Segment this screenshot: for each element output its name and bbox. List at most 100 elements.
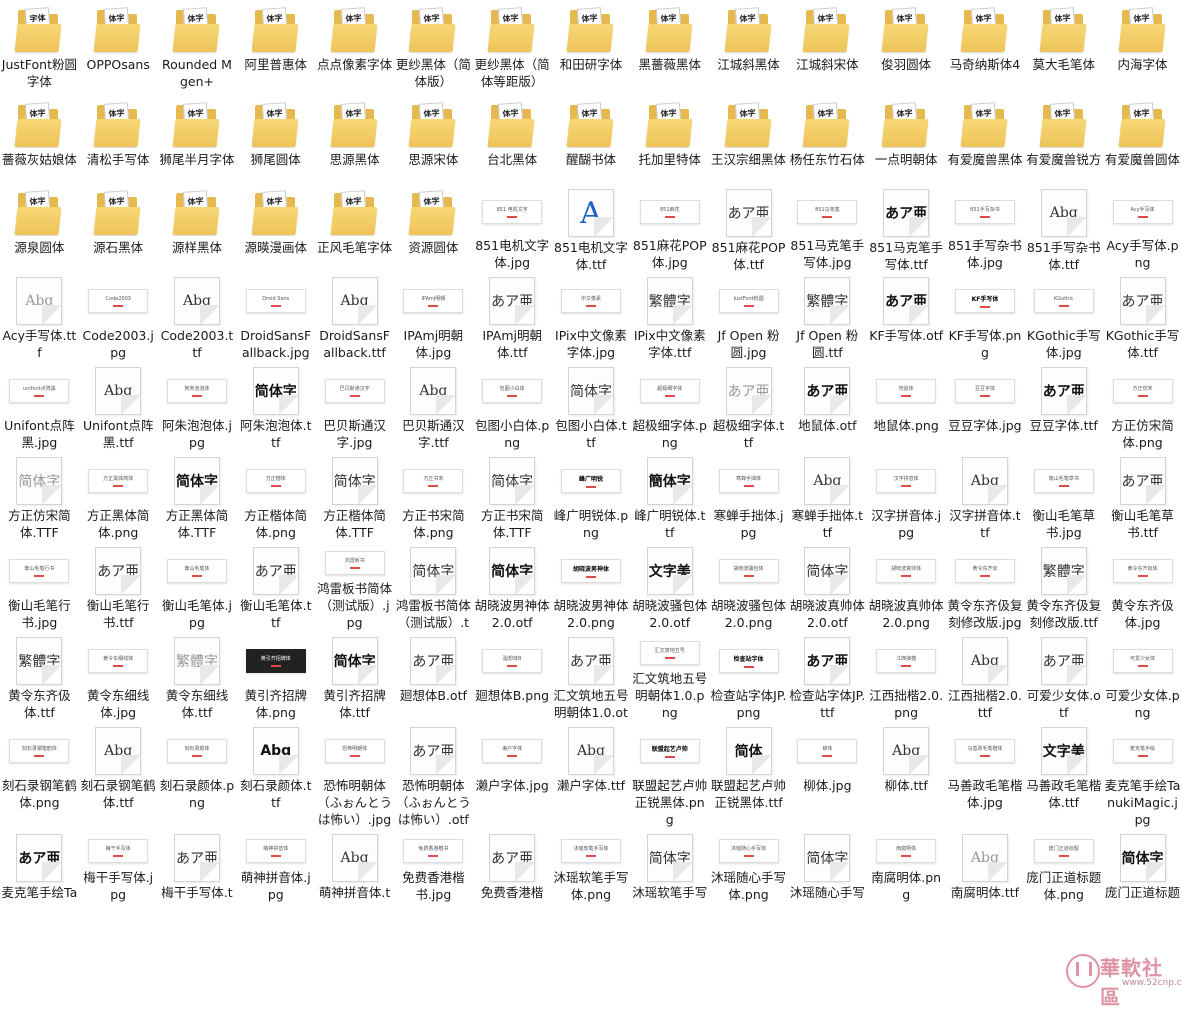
- file-item[interactable]: Abg 濑户字体.ttf: [552, 721, 631, 828]
- file-item[interactable]: 马善政毛笔楷体 马善政毛笔楷体.jpg: [946, 721, 1025, 828]
- file-item[interactable]: Abg 刻石录钢笔鹤体.ttf: [79, 721, 158, 828]
- folder-item[interactable]: 体字 源样黑体: [158, 183, 237, 271]
- folder-item[interactable]: 体字 有爱魔兽黑体: [946, 95, 1025, 183]
- file-item[interactable]: 繁體字 黄令东齐伋体.ttf: [0, 631, 79, 721]
- folder-item[interactable]: 体字 更纱黑体（简体版）: [394, 0, 473, 95]
- folder-item[interactable]: 体字 王汉宗细黑体: [709, 95, 788, 183]
- file-item[interactable]: 简体字 阿朱泡泡体.ttf: [236, 361, 315, 451]
- file-item[interactable]: あア亜 超极细字体.ttf: [709, 361, 788, 451]
- file-item[interactable]: 简体字庞门正道标题体.ttf: [1103, 828, 1182, 903]
- file-item[interactable]: 851手写杂书 851手写杂书体.jpg: [946, 183, 1025, 271]
- folder-item[interactable]: 体字 马奇纳斯体4: [946, 0, 1025, 95]
- file-item[interactable]: A 851电机文字体.ttf: [552, 183, 631, 271]
- folder-item[interactable]: 体字 源泉圆体: [0, 183, 79, 271]
- folder-item[interactable]: 体字 狮尾半月字体: [158, 95, 237, 183]
- folder-item[interactable]: 体字 正风毛笔字体: [315, 183, 394, 271]
- file-item[interactable]: 简体字 方正楷体简体.TTF: [315, 451, 394, 541]
- folder-item[interactable]: 体字 狮尾圆体: [236, 95, 315, 183]
- file-item[interactable]: 衡山毛笔行书 衡山毛笔行书.jpg: [0, 541, 79, 631]
- file-item[interactable]: 沐瑶随心手写体 沐瑶随心手写体.png: [709, 828, 788, 903]
- file-item[interactable]: 庞门正道标题 庞门正道标题体.png: [1024, 828, 1103, 903]
- file-item[interactable]: あア亜 衡山毛笔行书.ttf: [79, 541, 158, 631]
- folder-item[interactable]: 体字 有爱魔兽圆体: [1103, 95, 1182, 183]
- file-item[interactable]: あア亜 恐怖明朝体（ふぉんとうは怖い）.otf: [394, 721, 473, 828]
- file-item[interactable]: 黄引齐招牌体 黄引齐招牌体.png: [236, 631, 315, 721]
- file-item[interactable]: 检查站字体 检查站字体JP.png: [709, 631, 788, 721]
- file-item[interactable]: 簡体字 峰广明锐体.ttf: [630, 451, 709, 541]
- folder-item[interactable]: 体字 一点明朝体: [867, 95, 946, 183]
- folder-item[interactable]: 体字 清松手写体: [79, 95, 158, 183]
- folder-item[interactable]: 体字 醒醐书体: [552, 95, 631, 183]
- folder-item[interactable]: 体字 源石黑体: [79, 183, 158, 271]
- file-item[interactable]: IPAmj明朝 IPAmj明朝体.jpg: [394, 271, 473, 361]
- file-item[interactable]: 简体字 黄引齐招牌体.ttf: [315, 631, 394, 721]
- file-item[interactable]: あア亜麦克笔手绘TanukiMagic.ttf: [0, 828, 79, 903]
- file-item[interactable]: あア亜梅干手写体.ttf: [158, 828, 237, 903]
- folder-item[interactable]: 体字 源暎漫画体: [236, 183, 315, 271]
- file-item[interactable]: あア亜 衡山毛笔体.ttf: [236, 541, 315, 631]
- file-item[interactable]: 巴贝斯通汉字 巴贝斯通汉字.jpg: [315, 361, 394, 451]
- file-item[interactable]: 联盟起艺卢帅 联盟起艺卢帅正锐黑体.png: [630, 721, 709, 828]
- file-item[interactable]: 简体字 方正黑体简体.TTF: [158, 451, 237, 541]
- file-item[interactable]: 梅干手写体 梅干手写体.jpg: [79, 828, 158, 903]
- file-item[interactable]: 寒蝉手拙体 寒蝉手拙体.jpg: [709, 451, 788, 541]
- file-item[interactable]: 繁體字 黄令东齐伋复刻修改版.ttf: [1024, 541, 1103, 631]
- file-item[interactable]: Abg Acy手写体.ttf: [0, 271, 79, 361]
- file-item[interactable]: KF手写体 KF手写体.png: [946, 271, 1025, 361]
- folder-item[interactable]: 体字 薔薇灰姑娘体: [0, 95, 79, 183]
- file-item[interactable]: 方正楷体 方正楷体简体.png: [236, 451, 315, 541]
- file-item[interactable]: 恐怖明朝体 恐怖明朝体（ふぉんとうは怖い）.jpg: [315, 721, 394, 828]
- file-item[interactable]: 黄令东齐伋 黄令东齐伋复刻修改版.jpg: [946, 541, 1025, 631]
- folder-item[interactable]: 体字 杨任东竹石体: [788, 95, 867, 183]
- file-item[interactable]: 简体字鸿雷板书简体（测试版）.ttf: [394, 541, 473, 631]
- file-item[interactable]: あア亜 851麻花POP体.ttf: [709, 183, 788, 271]
- file-item[interactable]: あア亜 地鼠体.otf: [788, 361, 867, 451]
- file-item[interactable]: 简体 联盟起艺卢帅正锐黑体.ttf: [709, 721, 788, 828]
- file-item[interactable]: 851马克笔 851马克笔手写体.jpg: [788, 183, 867, 271]
- folder-item[interactable]: 体字 和田研字体: [552, 0, 631, 95]
- file-item[interactable]: Abg 寒蝉手拙体.ttf: [788, 451, 867, 541]
- file-item[interactable]: 鸿雷板书 鸿雷板书简体（测试版）.jpg: [315, 541, 394, 631]
- file-item[interactable]: 南腐明体 南腐明体.png: [867, 828, 946, 903]
- folder-item[interactable]: 体字 江城斜宋体: [788, 0, 867, 95]
- file-item[interactable]: JustFont粉圆 Jf Open 粉圆.jpg: [709, 271, 788, 361]
- folder-item[interactable]: 体字 台北黑体: [473, 95, 552, 183]
- file-item[interactable]: あア亜免费香港楷书.ttf: [473, 828, 552, 903]
- file-item[interactable]: 超极细字体 超极细字体.png: [630, 361, 709, 451]
- folder-item[interactable]: 体字 点点像素字体: [315, 0, 394, 95]
- file-item[interactable]: 刻石录钢笔鹤体 刻石录钢笔鹤体.png: [0, 721, 79, 828]
- file-item[interactable]: 濑户字体 濑户字体.jpg: [473, 721, 552, 828]
- file-item[interactable]: 方正书宋 方正书宋简体.png: [394, 451, 473, 541]
- file-item[interactable]: あア亜 可爱少女体.otf: [1024, 631, 1103, 721]
- file-item[interactable]: 地鼠体 地鼠体.png: [867, 361, 946, 451]
- file-item[interactable]: あア亜 检查站字体JP.ttf: [788, 631, 867, 721]
- file-item[interactable]: あア亜汇文筑地五号明朝体1.0.otf: [552, 631, 631, 721]
- file-item[interactable]: 峰广明锐 峰广明锐体.png: [552, 451, 631, 541]
- file-item[interactable]: 阿朱泡泡体 阿朱泡泡体.jpg: [158, 361, 237, 451]
- file-item[interactable]: 简体字 包图小白体.ttf: [552, 361, 631, 451]
- file-item[interactable]: Abg 巴贝斯通汉字.ttf: [394, 361, 473, 451]
- file-item[interactable]: 豆豆字体 豆豆字体.jpg: [946, 361, 1025, 451]
- folder-item[interactable]: 字体 JustFont粉圆字体: [0, 0, 79, 95]
- file-item[interactable]: 方正黑体简体 方正黑体简体.png: [79, 451, 158, 541]
- file-item[interactable]: 汉字拼音体 汉字拼音体.jpg: [867, 451, 946, 541]
- folder-item[interactable]: 体字 江城斜黑体: [709, 0, 788, 95]
- file-item[interactable]: 柳体 柳体.jpg: [788, 721, 867, 828]
- file-item[interactable]: 黄令东细线体 黄令东细线体.jpg: [79, 631, 158, 721]
- file-item[interactable]: あア亜 KF手写体.otf: [867, 271, 946, 361]
- file-item[interactable]: Abg Code2003.ttf: [158, 271, 237, 361]
- file-item[interactable]: Acy手写体 Acy手写体.png: [1103, 183, 1182, 271]
- folder-item[interactable]: 体字 内海字体: [1103, 0, 1182, 95]
- folder-item[interactable]: 体字 思源黑体: [315, 95, 394, 183]
- file-item[interactable]: あア亜 衡山毛笔草书.ttf: [1103, 451, 1182, 541]
- file-item[interactable]: 江西拙楷 江西拙楷2.0.png: [867, 631, 946, 721]
- file-item[interactable]: 中文像素 IPix中文像素字体.jpg: [552, 271, 631, 361]
- file-item[interactable]: Abg 刻石录颜体.ttf: [236, 721, 315, 828]
- folder-item[interactable]: 体字 OPPOsans: [79, 0, 158, 95]
- file-item[interactable]: 简体字 胡晓波真帅体2.0.otf: [788, 541, 867, 631]
- file-item[interactable]: unifont点阵黑 Unifont点阵黑.jpg: [0, 361, 79, 451]
- folder-item[interactable]: 体字 莫大毛笔体: [1024, 0, 1103, 95]
- file-item[interactable]: 繁體字 IPix中文像素字体.ttf: [630, 271, 709, 361]
- file-item[interactable]: あア亜 豆豆字体.ttf: [1024, 361, 1103, 451]
- file-item[interactable]: 免费香港楷书 免费香港楷书.jpg: [394, 828, 473, 903]
